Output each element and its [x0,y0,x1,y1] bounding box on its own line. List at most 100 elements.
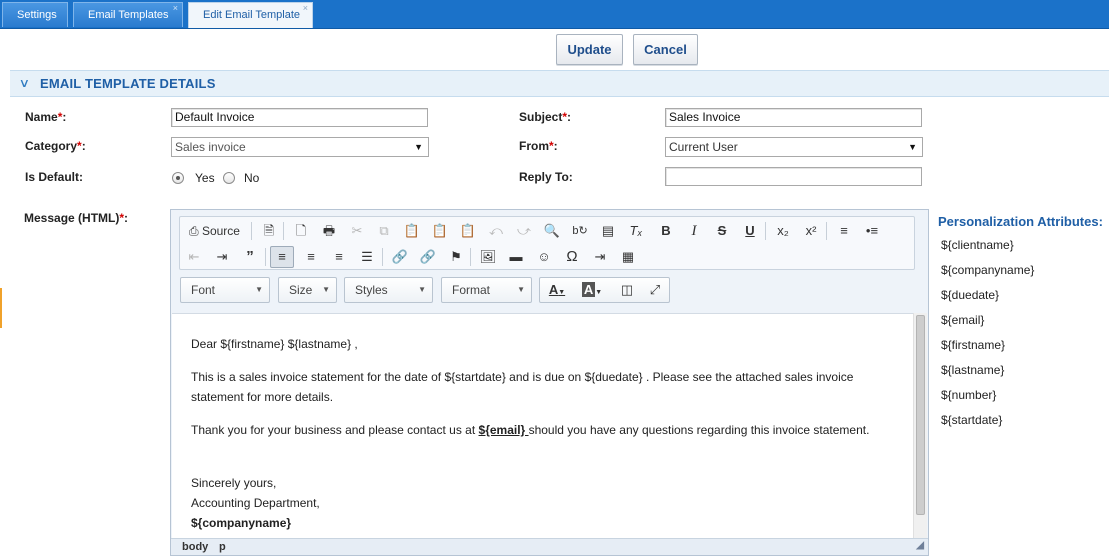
bulleted-list-icon[interactable]: •≡ [860,220,884,242]
section-header[interactable]: ∨ EMAIL TEMPLATE DETAILS [10,70,1109,97]
attribute-item[interactable]: ${firstname} [941,338,1005,352]
source-button[interactable]: ⎙ Source [187,220,247,242]
anchor-flag-icon[interactable]: ⚑ [444,246,468,268]
attribute-item[interactable]: ${startdate} [941,413,1002,427]
message-label: Message (HTML)*: [24,211,129,225]
attribute-item[interactable]: ${clientname} [941,238,1014,252]
justify-icon[interactable]: ☰ [355,246,379,268]
special-char-icon[interactable]: Ω [560,246,584,268]
toolbar-separator [251,222,252,240]
image-icon[interactable]: 🖼 [476,246,500,268]
email-placeholder: ${email} [478,423,529,437]
chevron-down-icon[interactable]: ∨ [19,76,30,90]
paste-text-icon[interactable]: 📋 [428,220,452,242]
personalization-title: Personalization Attributes: [938,214,1103,229]
path-p[interactable]: p [219,541,226,553]
yes-label: Yes [195,171,215,185]
rich-text-editor[interactable]: ⎙ Source 🗎 🗋 🖶 ✂ ⧉ 📋 📋 📋 ⤺ ⤻ 🔍 b↻ ▤ Tₓ B… [170,209,929,556]
cancel-button[interactable]: Cancel [633,34,698,65]
attribute-item[interactable]: ${email} [941,313,984,327]
resize-handle-icon[interactable]: ◢ [916,540,924,551]
tab-email-templates[interactable]: Email Templates × [73,2,183,27]
align-center-icon[interactable]: ≡ [299,246,323,268]
path-body[interactable]: body [182,541,208,553]
toolbar-separator [283,222,284,240]
editor-status-bar: body p ◢ [171,538,928,555]
close-icon[interactable]: × [303,0,308,21]
strikethrough-icon[interactable]: S [710,220,734,242]
from-select[interactable]: Current User ▼ [665,137,923,157]
bold-icon[interactable]: B [654,220,678,242]
print-icon[interactable]: 🖶 [317,220,341,242]
dropdown-arrow-icon: ▼ [322,285,330,294]
is-default-label: Is Default: [25,170,84,184]
horizontal-rule-icon[interactable]: ▬ [504,246,528,268]
reply-to-input[interactable] [665,167,922,186]
tab-settings[interactable]: Settings [2,2,68,27]
find-icon[interactable]: 🔍 [540,220,564,242]
toolbar-separator [265,248,266,266]
replace-icon[interactable]: b↻ [568,220,592,242]
cut-icon[interactable]: ✂ [345,220,369,242]
tab-bar: Settings Email Templates × Edit Email Te… [0,0,1109,29]
toolbar-separator [765,222,766,240]
attribute-item[interactable]: ${duedate} [941,288,999,302]
name-input[interactable]: Default Invoice [171,108,428,127]
maximize-icon[interactable]: ⤢ [643,279,667,301]
redo-icon[interactable]: ⤻ [512,220,536,242]
subject-input[interactable]: Sales Invoice [665,108,922,127]
toolbar-separator [826,222,827,240]
size-combo[interactable]: Size ▼ [278,277,337,303]
templates-icon[interactable]: 🗋 [289,220,313,242]
tab-edit-email-template[interactable]: Edit Email Template × [188,2,313,28]
scrollbar-thumb[interactable] [916,315,925,515]
link-icon[interactable]: 🔗 [388,246,412,268]
is-default-no-radio[interactable] [223,172,235,184]
numbered-list-icon[interactable]: ≡ [832,220,856,242]
unlink-icon[interactable]: 🔗 [416,246,440,268]
attribute-item[interactable]: ${number} [941,388,996,402]
copy-icon[interactable]: ⧉ [372,220,396,242]
attribute-item[interactable]: ${lastname} [941,363,1004,377]
close-icon[interactable]: × [173,0,178,21]
undo-icon[interactable]: ⤺ [484,220,508,242]
page-break-icon[interactable]: ⇥ [588,246,612,268]
table-icon[interactable]: ▦ [616,246,640,268]
format-combo[interactable]: Format ▼ [441,277,532,303]
blockquote-icon[interactable]: ” [238,246,262,268]
tab-label: Settings [17,9,57,21]
dropdown-arrow-icon: ▼ [517,285,525,294]
styles-combo-label: Styles [355,283,388,297]
underline-icon[interactable]: U [738,220,762,242]
editor-content[interactable]: Dear ${firstname} ${lastname} , This is … [172,313,916,540]
background-color-icon[interactable]: A ▼ [577,279,607,301]
show-blocks-icon[interactable]: ◫ [615,279,639,301]
tab-label: Email Templates [88,9,169,21]
subscript-icon[interactable]: x₂ [771,220,795,242]
remove-format-icon[interactable]: Tₓ [624,220,648,242]
paste-icon[interactable]: 📋 [400,220,424,242]
align-right-icon[interactable]: ≡ [327,246,351,268]
update-button[interactable]: Update [556,34,623,65]
department-text: Accounting Department, [191,496,320,510]
styles-combo[interactable]: Styles ▼ [344,277,433,303]
font-combo[interactable]: Font ▼ [180,277,270,303]
closing-text: Sincerely yours, [191,476,277,490]
dropdown-arrow-icon: ▼ [414,142,423,152]
align-left-icon[interactable]: ≡ [270,246,294,268]
editor-scrollbar[interactable] [913,313,927,540]
section-title: EMAIL TEMPLATE DETAILS [40,76,216,91]
size-combo-label: Size [289,283,313,297]
outdent-icon[interactable]: ⇤ [182,246,206,268]
superscript-icon[interactable]: x² [799,220,823,242]
indent-icon[interactable]: ⇥ [210,246,234,268]
italic-icon[interactable]: I [682,220,706,242]
text-color-icon[interactable]: A▼ [542,279,572,301]
attribute-item[interactable]: ${companyname} [941,263,1034,277]
select-all-icon[interactable]: ▤ [596,220,620,242]
preview-icon[interactable]: 🗎 [257,220,281,242]
paste-word-icon[interactable]: 📋 [456,220,480,242]
is-default-yes-radio[interactable] [172,172,184,184]
category-select[interactable]: Sales invoice ▼ [171,137,429,157]
smiley-icon[interactable]: ☺ [532,246,556,268]
